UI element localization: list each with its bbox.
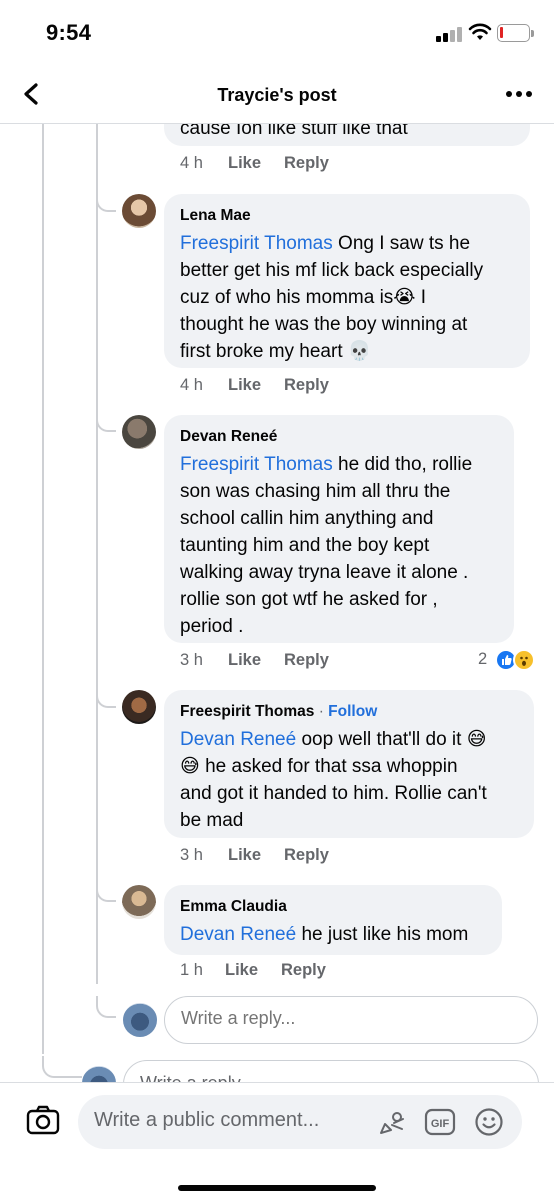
comment-line: cuz of who his momma is😭 I <box>180 287 427 308</box>
like-button[interactable]: Like <box>228 154 261 173</box>
comment-line: period . <box>180 616 244 637</box>
comment-author: Freespirit Thomas · Follow <box>180 702 518 722</box>
avatar-sticker-icon[interactable] <box>376 1107 408 1139</box>
reaction-count: 2 <box>478 650 488 668</box>
avatar[interactable] <box>122 885 156 919</box>
comment-time: 4 h <box>180 376 203 394</box>
comment-text: Freespirit Thomas Ong I saw ts he better… <box>180 230 514 365</box>
svg-text:GIF: GIF <box>431 1118 450 1130</box>
thread-connector <box>96 996 116 1018</box>
comment-line: school callin him anything and <box>180 508 434 529</box>
avatar[interactable] <box>122 415 156 449</box>
mention-link[interactable]: Freespirit Thomas <box>180 233 333 254</box>
comment-line: and got it handed to him. Rollie can't <box>180 783 487 804</box>
comment-line: better get his mf lick back especially <box>180 260 484 281</box>
reply-button[interactable]: Reply <box>284 376 329 395</box>
comment-text: Devan Reneé he just like his mom <box>180 921 486 948</box>
comment-time: 4 h <box>180 154 203 172</box>
status-bar: 9:54 <box>0 0 554 66</box>
public-comment-input[interactable]: Write a public comment... GIF <box>78 1095 522 1149</box>
comment-bubble: Devan Reneé Freespirit Thomas he did tho… <box>164 415 514 643</box>
battery-icon <box>497 24 530 42</box>
thread-line-inner <box>96 124 98 984</box>
comment-placeholder: Write a public comment... <box>94 1109 320 1131</box>
avatar <box>123 1003 157 1037</box>
author-name[interactable]: Freespirit Thomas <box>180 703 314 720</box>
cellular-signal-icon <box>436 26 464 42</box>
more-icon[interactable] <box>504 88 538 100</box>
thread-connector <box>42 1056 82 1078</box>
comment-bubble: Freespirit Thomas · Follow Devan Reneé o… <box>164 690 534 838</box>
comment-line: he just like his mom <box>301 924 469 945</box>
reply-input-box[interactable] <box>164 996 538 1044</box>
wow-reaction-icon <box>513 649 535 671</box>
thread-line-outer <box>42 124 44 1054</box>
reply-button[interactable]: Reply <box>284 651 329 670</box>
comment-bubble: Emma Claudia Devan Reneé he just like hi… <box>164 885 502 955</box>
camera-icon[interactable] <box>24 1101 62 1139</box>
reply-button[interactable]: Reply <box>284 846 329 865</box>
comment-line: son was chasing him all thru the <box>180 481 451 502</box>
mention-link[interactable]: Devan Reneé <box>180 924 296 945</box>
comment-line: oop well that'll do it 😅 <box>301 729 487 750</box>
like-button[interactable]: Like <box>228 651 261 670</box>
comment-text: Freespirit Thomas he did tho, rollie son… <box>180 451 498 640</box>
comment-author[interactable]: Lena Mae <box>180 206 514 226</box>
nav-bar: Traycie's post <box>0 66 554 124</box>
separator-dot: · <box>318 703 324 720</box>
comment-line: 😅 he asked for that ssa whoppin <box>180 756 458 777</box>
comment-time: 3 h <box>180 846 203 864</box>
reply-button[interactable]: Reply <box>281 961 326 980</box>
comment-text: Devan Reneé oop well that'll do it 😅 😅 h… <box>180 726 518 834</box>
comment-author[interactable]: Devan Reneé <box>180 427 498 447</box>
comment-line: Ong I saw ts he <box>338 233 471 254</box>
mention-link[interactable]: Devan Reneé <box>180 729 296 750</box>
comment-line: he did tho, rollie <box>338 454 473 475</box>
comment-line: first broke my heart 💀 <box>180 341 372 362</box>
thread-connector <box>96 190 116 212</box>
battery-tip <box>531 30 534 37</box>
like-button[interactable]: Like <box>225 961 258 980</box>
like-button[interactable]: Like <box>228 376 261 395</box>
home-indicator <box>178 1185 376 1191</box>
emoji-icon[interactable] <box>474 1107 504 1137</box>
like-button[interactable]: Like <box>228 846 261 865</box>
comment-line: taunting him and the boy kept <box>180 535 430 556</box>
comment-line: walking away tryna leave it alone . <box>180 562 469 583</box>
comment-line: thought he was the boy winning at <box>180 314 468 335</box>
thread-connector <box>96 686 116 708</box>
gif-icon[interactable]: GIF <box>424 1108 456 1136</box>
avatar[interactable] <box>122 194 156 228</box>
comment-author[interactable]: Emma Claudia <box>180 897 486 917</box>
comment-time: 1 h <box>180 961 203 979</box>
wifi-icon <box>468 22 492 42</box>
mention-link[interactable]: Freespirit Thomas <box>180 454 333 475</box>
thread-connector <box>96 410 116 432</box>
comment-composer: Write a public comment... GIF <box>0 1082 554 1200</box>
reply-button[interactable]: Reply <box>284 154 329 173</box>
page-title: Traycie's post <box>217 85 337 105</box>
follow-button[interactable]: Follow <box>328 703 377 720</box>
comment-line: be mad <box>180 810 244 831</box>
thread-connector <box>96 880 116 902</box>
reply-input[interactable] <box>181 1008 511 1029</box>
comment-line: rollie son got wtf he asked for , <box>180 589 438 610</box>
comment-bubble: Lena Mae Freespirit Thomas Ong I saw ts … <box>164 194 530 368</box>
comments-thread: cause Ion like stuff like that 4 h Like … <box>0 0 554 1200</box>
avatar[interactable] <box>122 690 156 724</box>
status-time: 9:54 <box>46 20 92 45</box>
comment-time: 3 h <box>180 651 203 669</box>
